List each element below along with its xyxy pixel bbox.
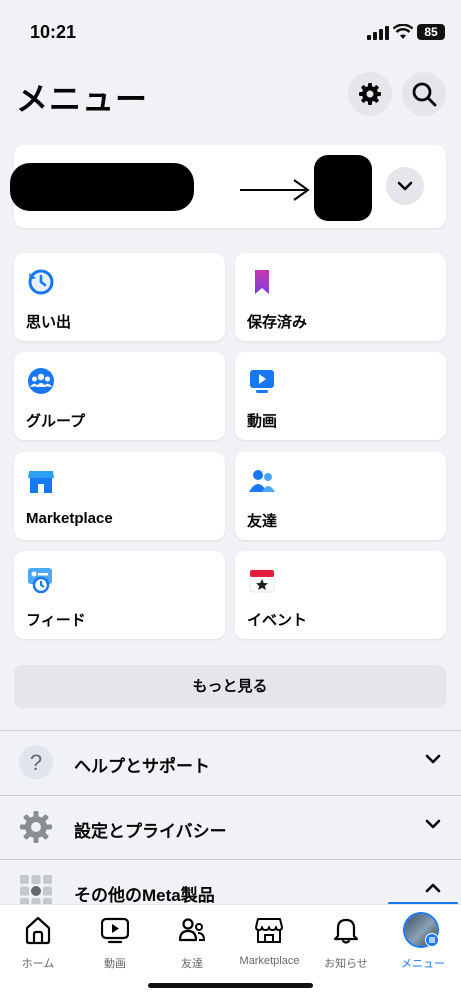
shortcut-video[interactable]: 動画 bbox=[235, 352, 446, 440]
bookmark-icon bbox=[255, 270, 269, 294]
wifi-icon bbox=[393, 24, 413, 39]
chevron-down-icon bbox=[397, 181, 413, 191]
search-button[interactable] bbox=[402, 72, 446, 116]
shortcut-saved[interactable]: 保存済み bbox=[235, 253, 446, 341]
shop-icon bbox=[28, 471, 54, 493]
svg-text:?: ? bbox=[30, 750, 42, 775]
section-label: ヘルプとサポート bbox=[74, 757, 210, 776]
calendar-icon bbox=[249, 569, 275, 593]
tab-label: お知らせ bbox=[324, 958, 368, 970]
shortcut-friends[interactable]: 友達 bbox=[235, 452, 446, 540]
shortcut-marketplace[interactable]: Marketplace bbox=[14, 452, 225, 540]
tab-label: 動画 bbox=[104, 958, 126, 970]
clock-icon bbox=[28, 269, 54, 295]
tab-menu[interactable]: メニュー bbox=[385, 905, 461, 975]
status-time: 10:21 bbox=[30, 22, 77, 42]
profile-switch-button[interactable] bbox=[386, 167, 424, 205]
settings-button[interactable] bbox=[348, 72, 392, 116]
friends-icon bbox=[249, 470, 275, 492]
chevron-down-icon bbox=[425, 754, 441, 764]
help-icon: ? bbox=[19, 745, 53, 779]
menu-badge-icon bbox=[425, 933, 439, 947]
shortcut-events[interactable]: イベント bbox=[235, 551, 446, 639]
tab-label: メニュー bbox=[401, 958, 445, 970]
chevron-up-icon bbox=[425, 883, 441, 893]
page-title: メニュー bbox=[16, 81, 149, 117]
see-more-button[interactable]: もっと見る bbox=[14, 665, 446, 708]
bell-icon bbox=[333, 918, 359, 944]
status-bar: 10:21 85 bbox=[0, 0, 461, 62]
tab-label: Marketplace bbox=[239, 955, 300, 967]
feed-icon bbox=[28, 568, 52, 594]
section-label: 設定とプライバシー bbox=[74, 822, 227, 841]
shortcut-label: 保存済み bbox=[247, 314, 308, 331]
search-icon bbox=[412, 82, 437, 107]
friends-icon bbox=[178, 918, 206, 942]
redacted-avatar bbox=[314, 155, 372, 221]
shortcut-label: 思い出 bbox=[26, 314, 72, 331]
shop-icon bbox=[255, 918, 283, 943]
section-settings-privacy[interactable]: 設定とプライバシー bbox=[0, 795, 461, 859]
section-help[interactable]: ? ヘルプとサポート bbox=[0, 730, 461, 794]
video-icon bbox=[250, 370, 274, 393]
arrow-annotation bbox=[240, 179, 310, 201]
shortcut-label: フィード bbox=[26, 612, 86, 629]
shortcut-label: イベント bbox=[247, 612, 308, 629]
tab-friends[interactable]: 友達 bbox=[154, 905, 230, 975]
cellular-signal-icon bbox=[367, 26, 389, 40]
shortcut-label: グループ bbox=[26, 413, 86, 430]
redacted-name bbox=[10, 163, 194, 211]
home-icon bbox=[25, 916, 51, 945]
gear-icon bbox=[359, 83, 381, 105]
shortcut-memories[interactable]: 思い出 bbox=[14, 253, 225, 341]
video-icon bbox=[101, 917, 129, 944]
shortcut-label: 友達 bbox=[247, 513, 278, 530]
home-indicator bbox=[148, 983, 313, 988]
tab-label: ホーム bbox=[21, 958, 55, 970]
groups-icon bbox=[28, 368, 54, 394]
battery-icon: 85 bbox=[417, 24, 445, 40]
tab-home[interactable]: ホーム bbox=[0, 905, 76, 975]
shortcut-label: 動画 bbox=[247, 413, 278, 430]
tab-video[interactable]: 動画 bbox=[77, 905, 153, 975]
chevron-down-icon bbox=[425, 819, 441, 829]
section-label: その他のMeta製品 bbox=[74, 886, 215, 905]
shortcut-label: Marketplace bbox=[26, 510, 113, 527]
tab-marketplace[interactable]: Marketplace bbox=[231, 905, 308, 975]
gear-icon bbox=[20, 811, 52, 843]
tab-label: 友達 bbox=[181, 958, 203, 970]
tab-notifications[interactable]: お知らせ bbox=[308, 905, 384, 975]
profile-card[interactable] bbox=[10, 145, 446, 228]
shortcut-feed[interactable]: フィード bbox=[14, 551, 225, 639]
shortcut-groups[interactable]: グループ bbox=[14, 352, 225, 440]
